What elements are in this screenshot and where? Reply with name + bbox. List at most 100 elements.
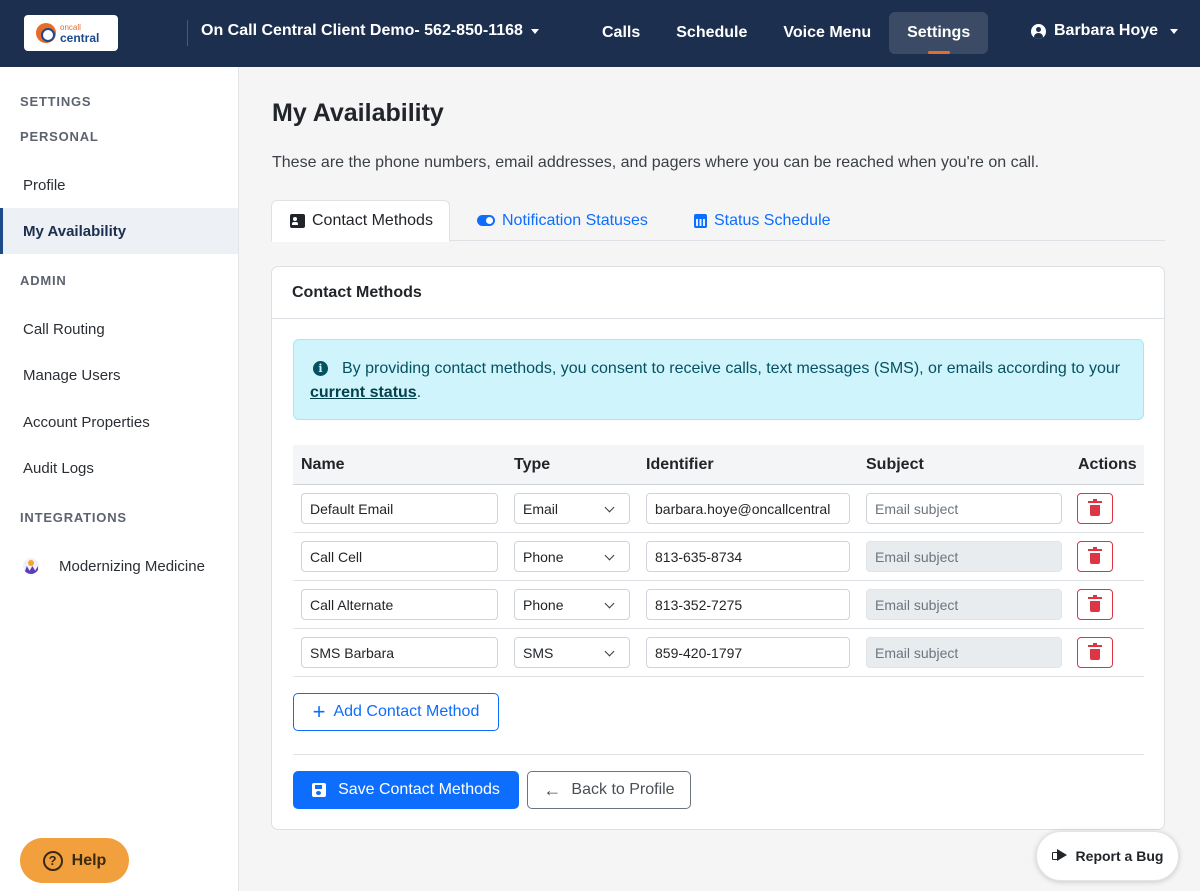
sidebar-heading-settings: SETTINGS bbox=[20, 94, 92, 109]
arrow-left-icon: ← bbox=[543, 780, 562, 800]
tab-contact-methods[interactable]: Contact Methods bbox=[271, 200, 450, 242]
column-subject: Subject bbox=[866, 456, 924, 473]
modernizing-medicine-icon bbox=[23, 558, 39, 574]
sidebar-item-profile[interactable]: Profile bbox=[0, 162, 238, 208]
save-floppy-icon bbox=[312, 783, 327, 797]
trash-icon bbox=[1088, 546, 1102, 564]
nav-calls[interactable]: Calls bbox=[584, 12, 658, 54]
tab-label: Status Schedule bbox=[714, 211, 831, 229]
subject-input-disabled: Email subject bbox=[866, 637, 1062, 668]
back-label: Back to Profile bbox=[571, 781, 675, 798]
nav-voice-menu[interactable]: Voice Menu bbox=[765, 12, 889, 54]
plus-icon: + bbox=[312, 699, 326, 724]
organization-name: On Call Central Client Demo- 562-850-116… bbox=[201, 22, 523, 39]
calendar-icon bbox=[694, 213, 707, 228]
page-description: These are the phone numbers, email addre… bbox=[272, 154, 1040, 171]
help-button[interactable]: ? Help bbox=[20, 838, 129, 883]
user-name: Barbara Hoye bbox=[1054, 22, 1159, 39]
user-menu-dropdown[interactable]: Barbara Hoye bbox=[1031, 22, 1179, 40]
trash-icon bbox=[1088, 594, 1102, 612]
availability-tabs: Contact Methods Notification Statuses St… bbox=[271, 200, 1165, 242]
add-contact-method-label: Add Contact Method bbox=[333, 703, 480, 720]
sidebar-section-integrations: INTEGRATIONS bbox=[20, 510, 127, 525]
settings-sidebar: SETTINGS PERSONAL Profile My Availabilit… bbox=[0, 67, 239, 891]
report-bug-button[interactable]: Report a Bug bbox=[1036, 831, 1179, 881]
help-label: Help bbox=[71, 851, 107, 869]
oncall-central-logo[interactable]: oncall central bbox=[24, 15, 118, 51]
alert-end: . bbox=[416, 384, 422, 401]
user-circle-icon bbox=[1031, 23, 1046, 39]
sidebar-item-modernizing-medicine[interactable]: Modernizing Medicine bbox=[0, 543, 238, 589]
megaphone-icon bbox=[1051, 849, 1068, 863]
question-circle-icon: ? bbox=[42, 850, 63, 871]
table-row: SMS Barbara SMS 859-420-1797 Email subje… bbox=[293, 629, 1144, 677]
delete-button[interactable] bbox=[1077, 541, 1113, 572]
subject-input-disabled: Email subject bbox=[866, 589, 1062, 620]
logo-text-line2: central bbox=[60, 31, 100, 45]
sidebar-section-admin: ADMIN bbox=[20, 273, 67, 288]
delete-button[interactable] bbox=[1077, 493, 1113, 524]
sidebar-item-audit-logs[interactable]: Audit Logs bbox=[0, 445, 238, 491]
main-nav: Calls Schedule Voice Menu Settings bbox=[584, 12, 989, 54]
alert-text: By providing contact methods, you consen… bbox=[342, 360, 1121, 377]
sidebar-section-personal: PERSONAL bbox=[20, 129, 99, 144]
contact-card-icon bbox=[290, 214, 305, 228]
table-row: Default Email Email barbara.hoye@oncallc… bbox=[293, 485, 1144, 533]
tab-label: Notification Statuses bbox=[502, 211, 648, 229]
top-navbar: oncall central On Call Central Client De… bbox=[0, 0, 1200, 67]
toggle-icon bbox=[477, 215, 495, 226]
trash-icon bbox=[1088, 498, 1102, 516]
delete-button[interactable] bbox=[1077, 589, 1113, 620]
column-type: Type bbox=[514, 456, 551, 473]
logo-text: oncall central bbox=[60, 22, 99, 44]
name-input[interactable]: SMS Barbara bbox=[301, 637, 498, 668]
sidebar-item-my-availability[interactable]: My Availability bbox=[0, 208, 238, 254]
tab-notification-statuses[interactable]: Notification Statuses bbox=[477, 200, 648, 241]
caret-down-icon bbox=[530, 28, 539, 34]
identifier-input[interactable]: 813-635-8734 bbox=[646, 541, 850, 572]
tab-status-schedule[interactable]: Status Schedule bbox=[694, 200, 831, 241]
type-select[interactable]: Email bbox=[514, 493, 630, 524]
trash-icon bbox=[1088, 642, 1102, 660]
table-row: Call Cell Phone 813-635-8734 Email subje… bbox=[293, 533, 1144, 581]
logo-mark-icon bbox=[36, 23, 56, 43]
organization-dropdown[interactable]: On Call Central Client Demo- 562-850-116… bbox=[201, 22, 539, 40]
nav-schedule[interactable]: Schedule bbox=[658, 12, 765, 54]
save-contact-methods-button[interactable]: Save Contact Methods bbox=[293, 771, 519, 809]
sidebar-item-call-routing[interactable]: Call Routing bbox=[0, 306, 238, 352]
sidebar-item-account-properties[interactable]: Account Properties bbox=[0, 399, 238, 445]
subject-input-disabled: Email subject bbox=[866, 541, 1062, 572]
current-status-link[interactable]: current status bbox=[310, 384, 417, 401]
name-input[interactable]: Default Email bbox=[301, 493, 498, 524]
sidebar-item-label: Modernizing Medicine bbox=[59, 557, 205, 575]
caret-down-icon bbox=[1170, 28, 1179, 34]
type-select[interactable]: SMS bbox=[514, 637, 630, 668]
navbar-divider bbox=[187, 20, 188, 46]
delete-button[interactable] bbox=[1077, 637, 1113, 668]
column-identifier: Identifier bbox=[646, 456, 714, 473]
info-circle-icon: i bbox=[313, 361, 328, 376]
table-row: Call Alternate Phone 813-352-7275 Email … bbox=[293, 581, 1144, 629]
identifier-input[interactable]: barbara.hoye@oncallcentral bbox=[646, 493, 850, 524]
sidebar-item-manage-users[interactable]: Manage Users bbox=[0, 352, 238, 398]
name-input[interactable]: Call Cell bbox=[301, 541, 498, 572]
contact-methods-card: Contact Methods i By providing contact me… bbox=[271, 266, 1165, 830]
subject-input[interactable]: Email subject bbox=[866, 493, 1062, 524]
column-name: Name bbox=[301, 456, 345, 473]
tab-label: Contact Methods bbox=[312, 212, 433, 229]
divider bbox=[293, 754, 1144, 755]
identifier-input[interactable]: 859-420-1797 bbox=[646, 637, 850, 668]
type-select[interactable]: Phone bbox=[514, 541, 630, 572]
add-contact-method-button[interactable]: + Add Contact Method bbox=[293, 693, 499, 731]
name-input[interactable]: Call Alternate bbox=[301, 589, 498, 620]
type-select[interactable]: Phone bbox=[514, 589, 630, 620]
card-title: Contact Methods bbox=[272, 267, 1164, 319]
report-bug-label: Report a Bug bbox=[1075, 848, 1164, 864]
nav-settings[interactable]: Settings bbox=[889, 12, 989, 54]
page-title: My Availability bbox=[272, 99, 444, 127]
column-actions: Actions bbox=[1078, 456, 1137, 473]
consent-alert: i By providing contact methods, you conse… bbox=[293, 339, 1144, 420]
back-to-profile-button[interactable]: ← Back to Profile bbox=[527, 771, 691, 809]
save-label: Save Contact Methods bbox=[338, 781, 500, 798]
identifier-input[interactable]: 813-352-7275 bbox=[646, 589, 850, 620]
